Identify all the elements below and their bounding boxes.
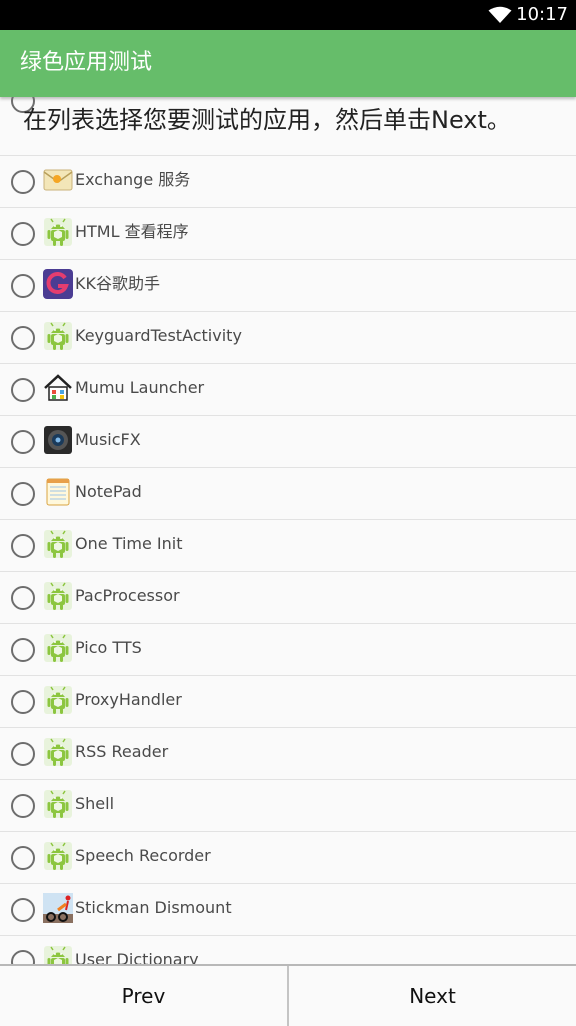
list-item[interactable]: User Dictionary (0, 935, 576, 964)
android-icon (42, 632, 74, 664)
android-icon (42, 736, 74, 768)
wifi-icon (488, 6, 512, 23)
android-icon (42, 528, 74, 560)
app-label: KK谷歌助手 (75, 274, 160, 293)
list-item[interactable]: One Time Init (0, 519, 576, 571)
app-label: Shell (75, 794, 115, 813)
list-item[interactable]: Pico TTS (0, 623, 576, 675)
list-item[interactable]: ProxyHandler (0, 675, 576, 727)
radio-button[interactable] (11, 898, 35, 922)
app-bar: 绿色应用测试 (0, 30, 576, 97)
list-item[interactable]: NotePad (0, 467, 576, 519)
instruction-text: 在列表选择您要测试的应用，然后单击Next。 (23, 106, 511, 134)
app-label: Stickman Dismount (75, 898, 232, 917)
list-item[interactable]: MusicFX (0, 415, 576, 467)
radio-button[interactable] (11, 794, 35, 818)
radio-button[interactable] (11, 638, 35, 662)
android-icon (42, 320, 74, 352)
android-icon (42, 944, 74, 964)
next-button[interactable]: Next (289, 966, 576, 1026)
app-label: PacProcessor (75, 586, 180, 605)
app-label: Exchange 服务 (75, 170, 191, 189)
app-label: KeyguardTestActivity (75, 326, 242, 345)
radio-button[interactable] (11, 170, 35, 194)
app-label: Pico TTS (75, 638, 142, 657)
radio-button[interactable] (11, 326, 35, 350)
app-label: NotePad (75, 482, 142, 501)
kk-google-icon (42, 268, 74, 300)
app-label: RSS Reader (75, 742, 169, 761)
list-item[interactable]: Stickman Dismount (0, 883, 576, 935)
list-item[interactable]: PacProcessor (0, 571, 576, 623)
prev-button[interactable]: Prev (0, 966, 287, 1026)
android-icon (42, 216, 74, 248)
list-item[interactable]: KK谷歌助手 (0, 259, 576, 311)
android-icon (42, 840, 74, 872)
radio-button[interactable] (11, 690, 35, 714)
list-item[interactable]: HTML 查看程序 (0, 207, 576, 259)
page-title: 绿色应用测试 (20, 50, 153, 75)
speaker-icon (42, 424, 74, 456)
radio-button[interactable] (11, 586, 35, 610)
stickman-icon (42, 892, 74, 924)
list-item[interactable]: Shell (0, 779, 576, 831)
list-item[interactable]: Mumu Launcher (0, 363, 576, 415)
radio-button[interactable] (11, 950, 35, 964)
radio-button[interactable] (11, 482, 35, 506)
android-icon (42, 788, 74, 820)
bottom-button-bar: Prev Next (0, 964, 576, 1026)
radio-button[interactable] (11, 274, 35, 298)
app-list[interactable]: 在列表选择您要测试的应用，然后单击Next。 Exchange 服务 HTML 查… (0, 97, 576, 964)
list-item[interactable]: RSS Reader (0, 727, 576, 779)
android-icon (42, 580, 74, 612)
app-label: Speech Recorder (75, 846, 211, 865)
exchange-icon (42, 164, 74, 196)
radio-button[interactable] (11, 742, 35, 766)
app-label: User Dictionary (75, 950, 199, 964)
list-item[interactable]: KeyguardTestActivity (0, 311, 576, 363)
app-label: MusicFX (75, 430, 141, 449)
app-label: Mumu Launcher (75, 378, 205, 397)
radio-button[interactable] (11, 430, 35, 454)
status-bar: 10:17 (0, 0, 576, 30)
app-label: ProxyHandler (75, 690, 182, 709)
app-label: One Time Init (75, 534, 183, 553)
status-time: 10:17 (516, 4, 568, 25)
app-list-items: Exchange 服务 HTML 查看程序 KK谷歌助手 KeyguardTestAc… (0, 155, 576, 964)
radio-button[interactable] (11, 846, 35, 870)
radio-button[interactable] (11, 222, 35, 246)
android-icon (42, 684, 74, 716)
list-item[interactable]: Exchange 服务 (0, 155, 576, 207)
radio-button[interactable] (11, 534, 35, 558)
app-label: HTML 查看程序 (75, 222, 189, 241)
notepad-icon (42, 476, 74, 508)
radio-button[interactable] (11, 378, 35, 402)
list-item[interactable]: Speech Recorder (0, 831, 576, 883)
house-icon (42, 372, 74, 404)
